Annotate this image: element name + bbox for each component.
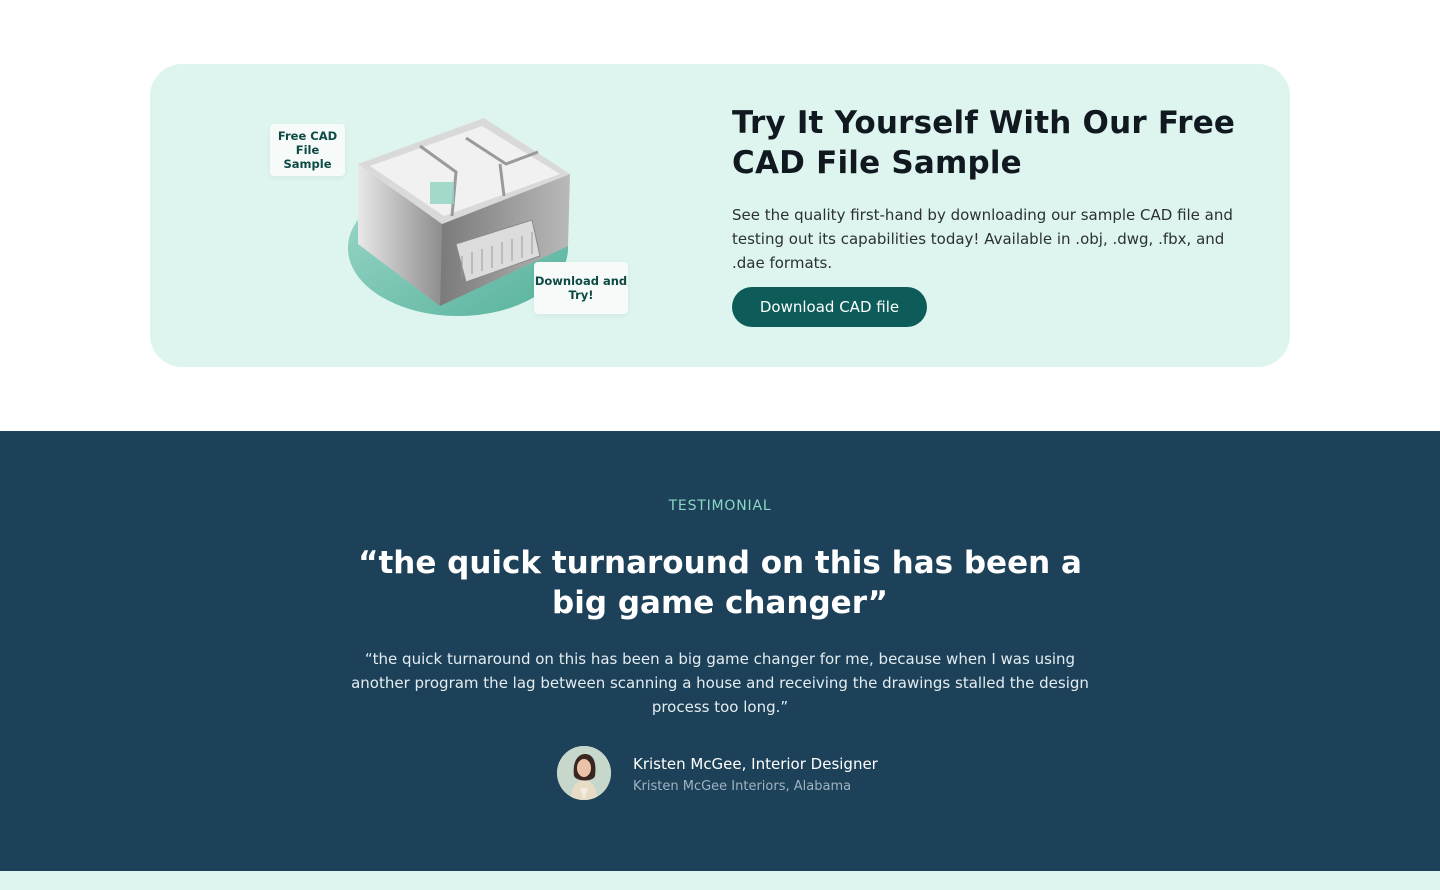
testimonial-eyebrow: TESTIMONIAL <box>668 498 772 514</box>
author-name: Kristen McGee, Interior Designer <box>633 755 878 773</box>
cad-model-illustration: Free CAD File Sample Download and Try! <box>270 116 632 322</box>
author-photo <box>557 746 611 800</box>
cad-sample-description: See the quality first-hand by downloadin… <box>732 206 1233 272</box>
cad-sample-title: Try It Yourself With Our Free CAD File S… <box>732 105 1236 181</box>
download-and-try-tag: Download and Try! <box>534 262 628 314</box>
free-cad-file-tag: Free CAD File Sample <box>270 124 345 176</box>
download-cad-file-button[interactable]: Download CAD file <box>732 287 927 327</box>
testimonial-quote: “the quick turnaround on this has been a… <box>351 650 1089 716</box>
next-section-edge <box>0 871 1440 890</box>
testimonial-section: TESTIMONIAL “the quick turnaround on thi… <box>0 431 1440 871</box>
testimonial-headline: “the quick turnaround on this has been a… <box>358 545 1082 621</box>
author-company: Kristen McGee Interiors, Alabama <box>633 779 852 794</box>
author-avatar <box>557 746 611 800</box>
cad-sample-text: Try It Yourself With Our Free CAD File S… <box>732 103 1252 275</box>
